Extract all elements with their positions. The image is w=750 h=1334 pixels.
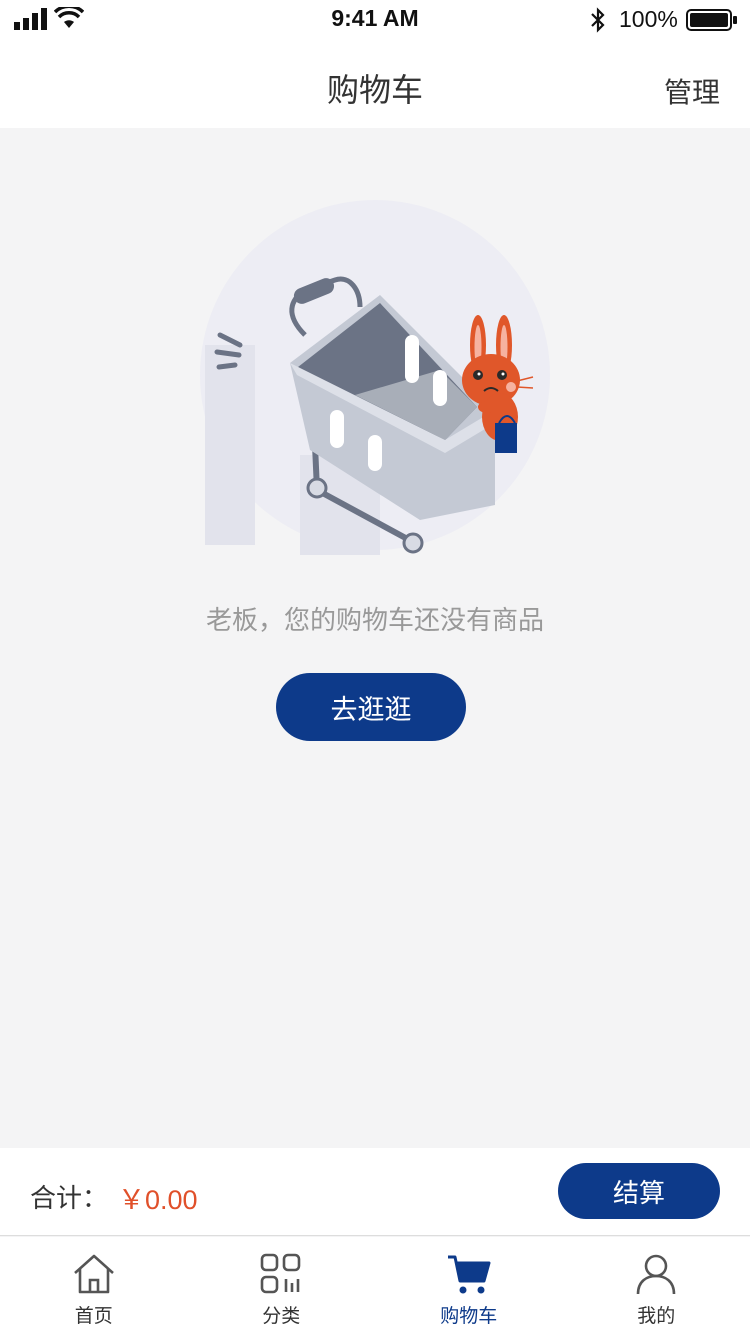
checkout-bar: 合计： ￥0.00 结算: [0, 1148, 750, 1236]
tab-label: 我的: [637, 1305, 676, 1327]
status-bar: 9:41 AM 100%: [0, 0, 750, 40]
cart-icon: [447, 1255, 491, 1294]
tab-label: 分类: [262, 1305, 301, 1327]
nav-bar: 购物车 管理: [0, 40, 750, 128]
empty-cart-message: 老板，您的购物车还没有商品: [205, 606, 544, 636]
empty-cart-illustration: [200, 200, 550, 555]
battery-icon: [686, 9, 737, 31]
tab-label: 首页: [74, 1305, 113, 1327]
category-icon: [260, 1253, 301, 1294]
manage-button[interactable]: 管理: [664, 71, 720, 111]
user-icon: [636, 1254, 676, 1295]
page-title: 购物车: [326, 71, 423, 109]
tab-label: 购物车: [440, 1305, 498, 1327]
battery-percent: 100%: [619, 6, 678, 32]
tab-bar: 首页 分类 购物车 我的: [0, 1237, 750, 1334]
tab-category[interactable]: 分类: [188, 1237, 376, 1334]
total-label: 合计：: [30, 1184, 109, 1214]
home-icon: [73, 1254, 114, 1294]
go-shopping-button[interactable]: 去逛逛: [276, 673, 466, 741]
tab-mine[interactable]: 我的: [563, 1237, 750, 1334]
total-price: ￥0.00: [118, 1185, 198, 1215]
bluetooth-icon: [591, 7, 605, 33]
tab-cart[interactable]: 购物车: [375, 1237, 563, 1334]
checkout-button[interactable]: 结算: [558, 1163, 720, 1219]
tab-home[interactable]: 首页: [0, 1237, 188, 1334]
